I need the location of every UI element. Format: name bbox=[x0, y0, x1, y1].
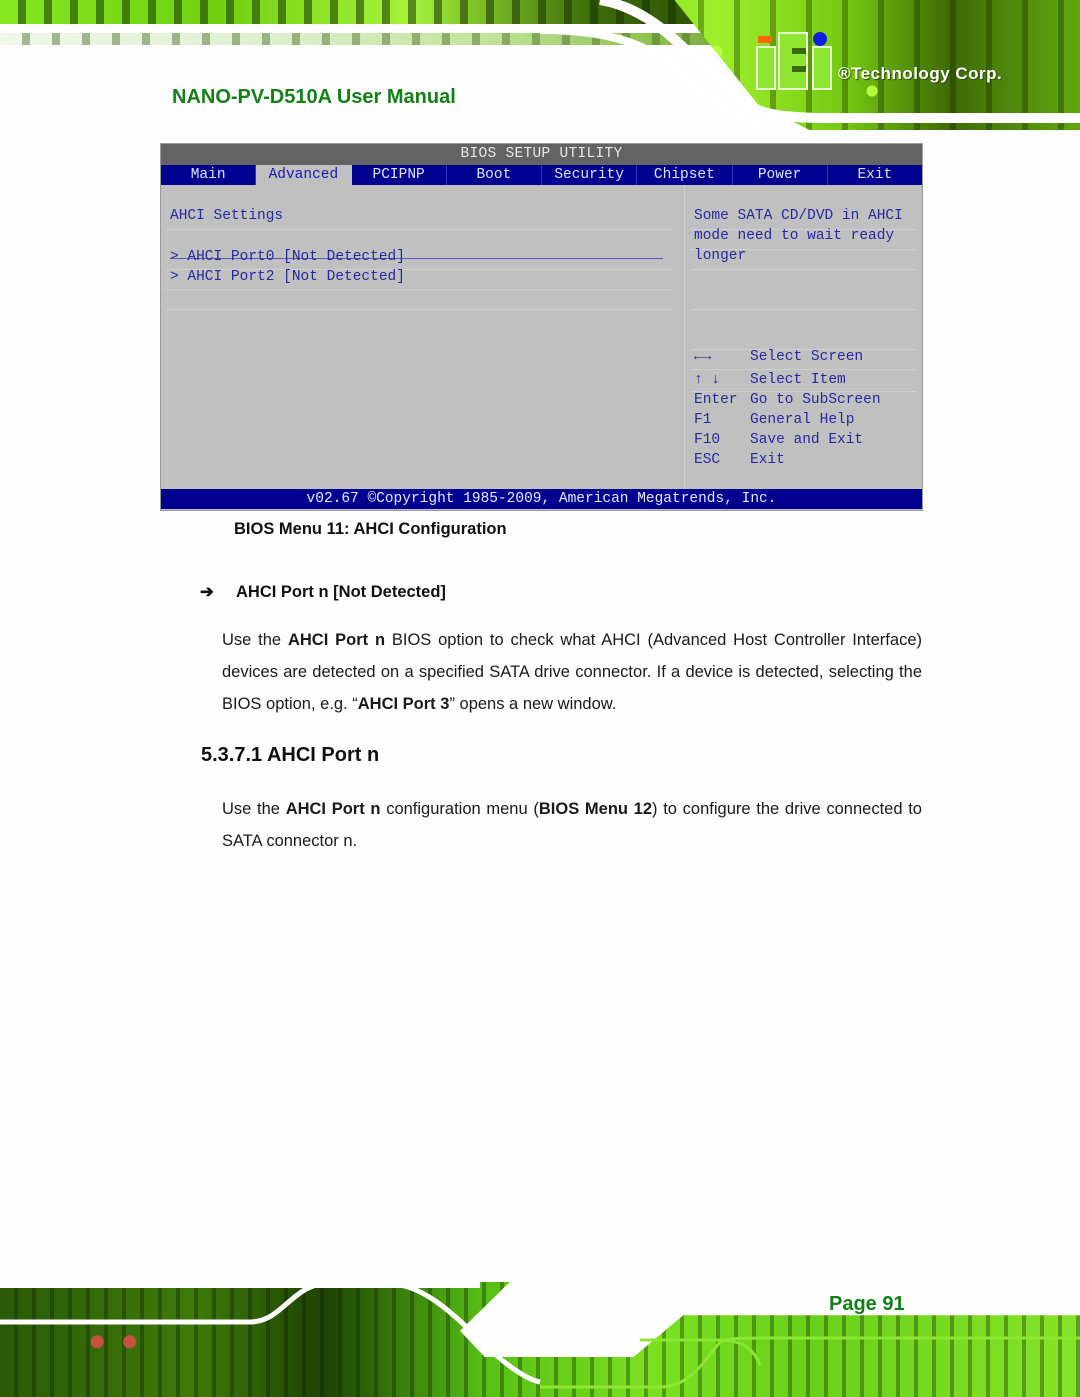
bios-screenshot: BIOS SETUP UTILITY Main Advanced PCIPNP … bbox=[160, 143, 923, 511]
bios-tab-pcipnp[interactable]: PCIPNP bbox=[352, 165, 447, 185]
key-action: Select Screen bbox=[750, 349, 864, 365]
bios-options-pane: AHCI Settings > AHCI Port0 [Not Detected… bbox=[161, 185, 685, 489]
key-name: ESC bbox=[694, 452, 721, 468]
help-text-line: Some SATA CD/DVD in AHCI bbox=[694, 208, 903, 224]
section-description: Use the AHCI Port n configuration menu (… bbox=[222, 800, 922, 850]
row-divider bbox=[691, 369, 916, 370]
page-footer-banner bbox=[0, 1270, 1080, 1397]
row-divider bbox=[691, 309, 916, 310]
bios-body: AHCI Settings > AHCI Port0 [Not Detected… bbox=[161, 185, 922, 489]
page-number: Page 91 bbox=[829, 1293, 905, 1315]
key-action: Save and Exit bbox=[750, 432, 864, 448]
option-description: Use the AHCI Port n BIOS option to check… bbox=[222, 631, 922, 713]
bios-item-ahci-port0[interactable]: > AHCI Port0 [Not Detected] bbox=[170, 249, 405, 265]
brand-name: ®Technology Corp. bbox=[838, 64, 1003, 83]
iei-logo bbox=[756, 32, 836, 90]
bios-section-title: AHCI Settings bbox=[170, 208, 284, 224]
row-divider bbox=[167, 229, 672, 230]
key-action: Exit bbox=[750, 452, 785, 468]
right-arrow-icon: ➔ bbox=[200, 583, 214, 601]
key-legend-f1: F1 General Help bbox=[694, 412, 854, 428]
help-text-line: longer bbox=[694, 248, 747, 264]
swoosh-decoration bbox=[0, 1281, 1080, 1389]
bios-tab-chipset[interactable]: Chipset bbox=[637, 165, 733, 185]
bios-tab-boot[interactable]: Boot bbox=[447, 165, 542, 185]
bios-tab-exit[interactable]: Exit bbox=[828, 165, 922, 185]
key-action: Select Item bbox=[750, 372, 846, 388]
figure-caption: BIOS Menu 11: AHCI Configuration bbox=[234, 520, 507, 538]
row-divider bbox=[167, 309, 672, 310]
key-legend-select-screen: ←→ Select Screen bbox=[694, 349, 863, 365]
key-legend-enter: Enter Go to SubScreen bbox=[694, 392, 881, 408]
page-header-banner: ®Technology Corp. bbox=[0, 0, 1080, 130]
left-right-arrows-icon: ←→ bbox=[694, 349, 712, 365]
bios-tab-bar: Main Advanced PCIPNP Boot Security Chips… bbox=[161, 165, 922, 185]
section-heading: 5.3.7.1 AHCI Port n bbox=[201, 744, 380, 766]
key-legend-f10: F10 Save and Exit bbox=[694, 432, 863, 448]
row-divider bbox=[167, 289, 672, 290]
bios-tab-security[interactable]: Security bbox=[542, 165, 638, 185]
key-legend-select-item: ↑ ↓ Select Item bbox=[694, 372, 846, 388]
bios-tab-power[interactable]: Power bbox=[733, 165, 828, 185]
bios-tab-main[interactable]: Main bbox=[161, 165, 257, 185]
bios-title: BIOS SETUP UTILITY bbox=[161, 144, 922, 165]
bios-tab-advanced[interactable]: Advanced bbox=[256, 165, 352, 185]
bios-item-ahci-port2[interactable]: > AHCI Port2 [Not Detected] bbox=[170, 269, 405, 285]
up-down-arrows-icon: ↑ ↓ bbox=[694, 372, 721, 388]
bios-copyright-bar: v02.67 ©Copyright 1985-2009, American Me… bbox=[161, 489, 922, 509]
help-text-line: mode need to wait ready bbox=[694, 228, 895, 244]
key-name: F10 bbox=[694, 432, 721, 448]
key-action: General Help bbox=[750, 412, 855, 428]
option-heading: ➔ AHCI Port n [Not Detected] bbox=[200, 582, 446, 602]
key-legend-esc: ESC Exit bbox=[694, 452, 785, 468]
manual-title: NANO-PV-D510A User Manual bbox=[172, 86, 456, 108]
row-divider bbox=[691, 269, 916, 270]
key-name: Enter bbox=[694, 392, 738, 408]
bios-help-pane: Some SATA CD/DVD in AHCI mode need to wa… bbox=[685, 185, 922, 489]
key-action: Go to SubScreen bbox=[750, 392, 881, 408]
key-name: F1 bbox=[694, 412, 712, 428]
option-heading-text: AHCI Port n [Not Detected] bbox=[236, 583, 446, 601]
